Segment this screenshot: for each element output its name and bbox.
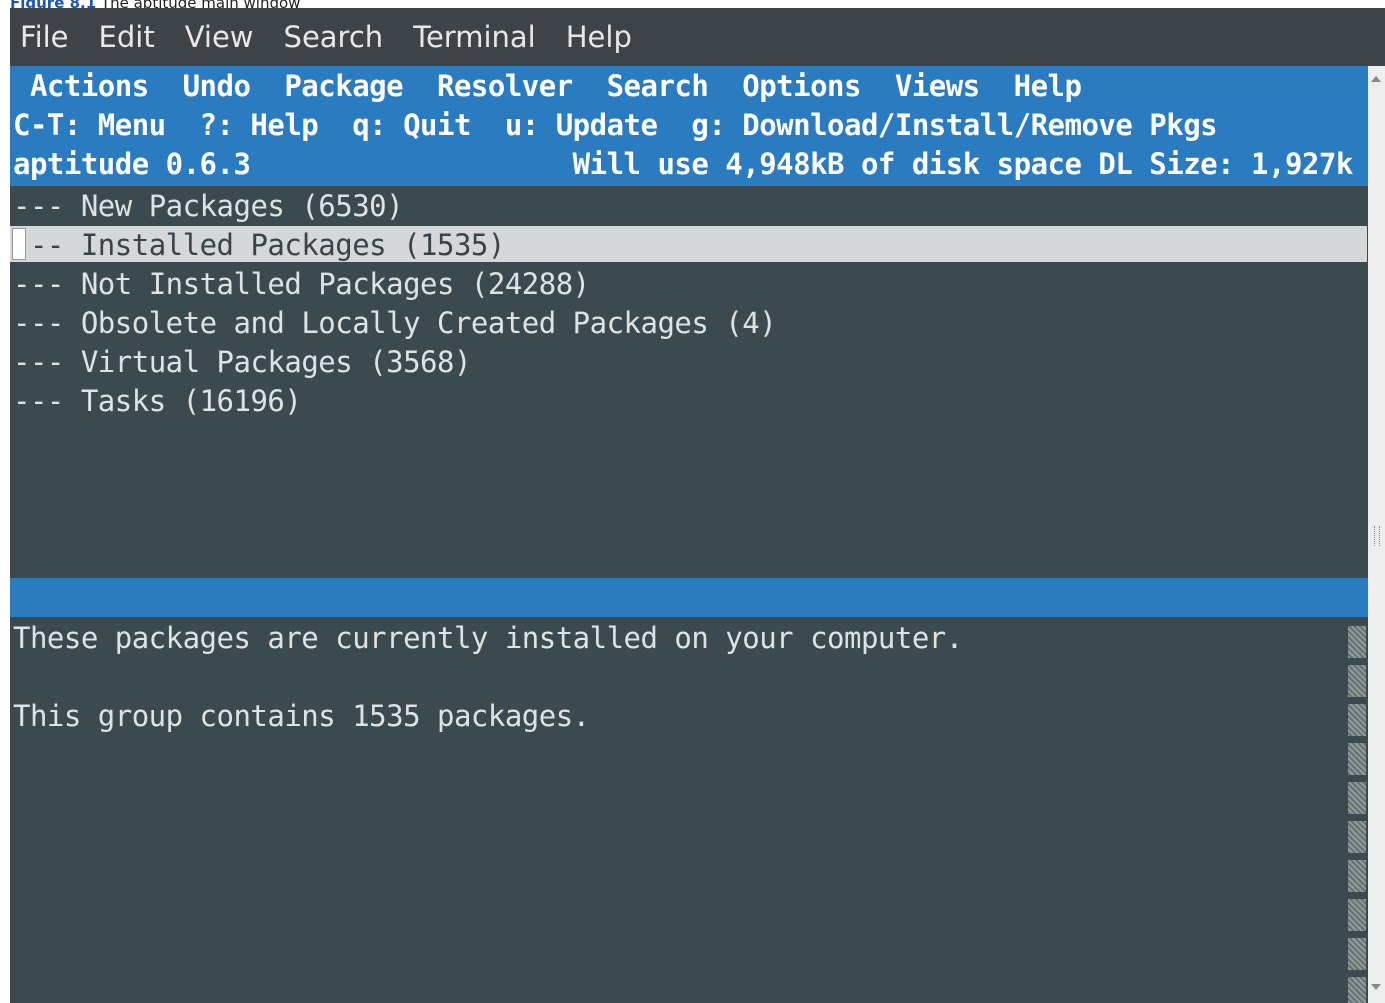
aptitude-keys-line: C-T: Menu ?: Help q: Quit u: Update g: D… <box>13 108 1218 142</box>
terminal-menubar: File Edit View Search Terminal Help <box>10 8 1385 66</box>
description-separator-bar <box>10 578 1368 617</box>
description-scrollbar[interactable] <box>1348 626 1366 1003</box>
tree-item-tasks[interactable]: --- Tasks (16196) <box>13 382 302 421</box>
description-line-2: This group contains 1535 packages. <box>13 699 590 733</box>
menu-terminal[interactable]: Terminal <box>411 20 538 54</box>
text-cursor <box>12 228 26 260</box>
scroll-down-icon[interactable] <box>1371 984 1381 990</box>
menu-search[interactable]: Search <box>282 20 386 54</box>
description-line-1: These packages are currently installed o… <box>13 621 963 655</box>
tree-item-installed-packages[interactable]: --- Installed Packages (1535) <box>13 226 505 265</box>
menu-edit[interactable]: Edit <box>97 20 157 54</box>
aptitude-menu-line[interactable]: Actions Undo Package Resolver Search Opt… <box>13 67 1082 106</box>
menu-file[interactable]: File <box>18 20 71 54</box>
aptitude-status-line: aptitude 0.6.3 Will use 4,948kB of disk … <box>13 147 1353 181</box>
tree-item-virtual-packages[interactable]: --- Virtual Packages (3568) <box>13 343 471 382</box>
scroll-grip-icon[interactable] <box>1374 526 1380 546</box>
terminal-window: File Edit View Search Terminal Help Acti… <box>10 8 1385 1003</box>
tree-item-new-packages[interactable]: --- New Packages (6530) <box>13 187 404 226</box>
window-scrollbar[interactable] <box>1368 66 1385 1003</box>
menu-help[interactable]: Help <box>564 20 634 54</box>
terminal-screen[interactable]: Actions Undo Package Resolver Search Opt… <box>10 66 1368 1003</box>
figure-caption: Figure 8.1 The aptitude main window <box>10 0 300 12</box>
tree-item-obsolete-packages[interactable]: --- Obsolete and Locally Created Package… <box>13 304 777 343</box>
tree-item-not-installed-packages[interactable]: --- Not Installed Packages (24288) <box>13 265 590 304</box>
scroll-up-icon[interactable] <box>1371 76 1381 82</box>
menu-view[interactable]: View <box>183 20 256 54</box>
